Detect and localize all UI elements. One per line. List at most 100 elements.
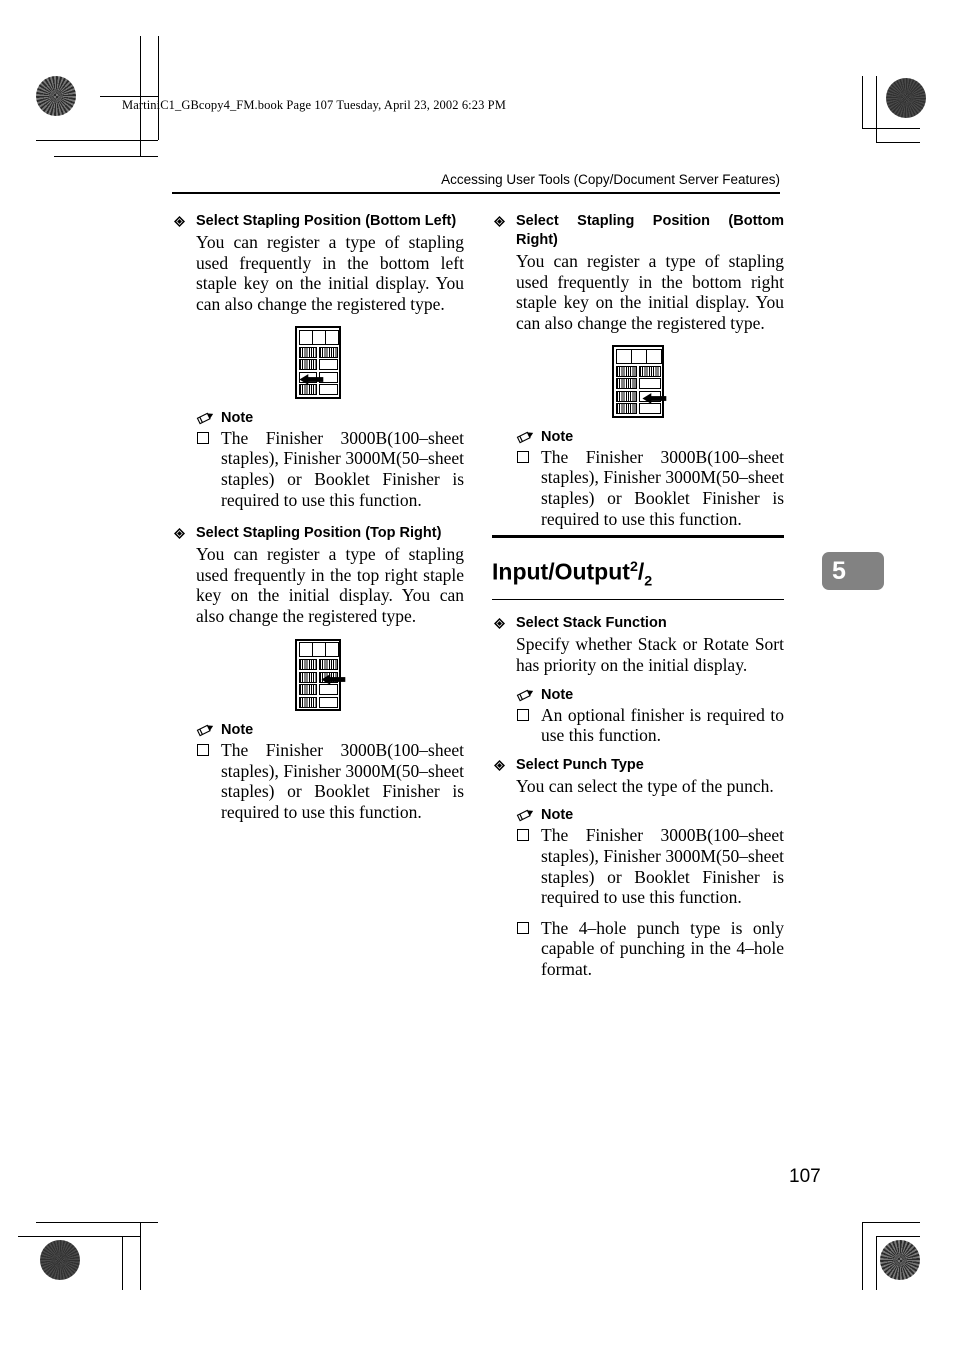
note-label: Note [221,722,254,739]
panel-top-cell [311,642,326,658]
body-select-stapling-position-bottom-left: You can register a type of stapling used… [196,232,464,314]
panel-key [298,696,318,708]
panel-key [298,659,318,671]
note-item-text: The Finisher 3000B(100–sheet staples), F… [221,740,464,822]
panel-key [298,671,318,683]
section-rule-top [492,535,784,538]
panel-key [638,365,661,377]
heading-select-stapling-position-top-right: Select Stapling Position (Top Right) [172,524,464,543]
square-bullet-icon [197,744,209,757]
panel-key [615,390,638,402]
panel-key [298,346,318,358]
right-column: Select Stapling Position (Bottom Right) … [492,212,784,986]
note-block: Note The Finisher 3000B(100–sheet staple… [492,806,784,979]
panel-key [615,403,638,415]
diamond-bullet-icon [494,759,505,771]
file-header-text: MartiniC1_GBcopy4_FM.book Page 107 Tuesd… [122,98,506,112]
panel-key [298,684,318,696]
figure-staple-position-bottom-left [295,326,341,399]
left-column: Select Stapling Position (Bottom Left) Y… [172,212,464,829]
heading-label: Select Punch Type [516,756,644,773]
note-label: Note [541,807,574,824]
section-rule-bottom [492,598,784,601]
panel-key [298,359,318,371]
running-header-title: Accessing User Tools (Copy/Document Serv… [441,172,780,187]
panel-top-cell [324,642,339,658]
diamond-bullet-icon [494,216,505,227]
figure-staple-position-bottom-right [612,345,667,418]
heading-select-stack-function: Select Stack Function [492,614,784,633]
note-label: Note [541,428,574,445]
square-bullet-icon [517,921,529,934]
heading-label: Select Stack Function [516,615,667,632]
heading-select-stapling-position-bottom-left: Select Stapling Position (Bottom Left) [172,212,464,231]
pencil-icon [516,807,536,822]
body-select-stapling-position-top-right: You can register a type of stapling used… [196,544,464,627]
body-select-stack-function: Specify whether Stack or Rotate Sort has… [516,634,784,676]
pencil-icon [516,687,536,702]
section-input-output: Input/Output2/2 [492,535,784,601]
panel-top-cell [615,348,632,364]
square-bullet-icon [197,431,209,444]
panel-key [615,365,638,377]
note-item-text: The Finisher 3000B(100–sheet staples), F… [541,446,784,529]
square-bullet-icon [517,829,529,842]
panel-key [615,378,638,390]
section-select-punch-type: Select Punch Type You can select the typ… [492,756,784,980]
panel-key [318,384,338,396]
note-heading: Note [516,686,784,704]
note-block: Note The Finisher 3000B(100–sheet staple… [172,409,464,510]
panel-key [318,371,338,383]
note-heading: Note [196,409,464,427]
panel-top-cell [645,348,662,364]
panel-key [318,346,338,358]
lcd-panel-graphic [295,638,346,712]
panel-key [318,671,338,683]
note-item: An optional finisher is required to use … [516,705,784,746]
panel-top-cell [324,329,339,345]
note-block: Note The Finisher 3000B(100–sheet staple… [492,428,784,529]
lcd-panel-graphic [612,345,667,418]
panel-key [638,378,661,390]
note-block: Note An optional finisher is required to… [492,686,784,746]
heading-select-stapling-position-bottom-right: Select Stapling Position (Bottom Right) [492,212,784,250]
section-select-stack-function: Select Stack Function Specify whether St… [492,614,784,745]
panel-top-cell [298,642,313,658]
page-content: MartiniC1_GBcopy4_FM.book Page 107 Tuesd… [0,0,954,1348]
section-title-main: Input/Output [492,558,630,585]
diamond-bullet-icon [174,528,185,540]
pencil-icon [196,722,216,737]
note-block: Note The Finisher 3000B(100–sheet staple… [172,721,464,822]
panel-key-highlighted [638,390,661,402]
panel-top-cell [630,348,647,364]
panel-top-row [298,329,339,345]
lcd-panel-graphic [295,326,341,399]
section-title-superscript: 2 [629,558,638,575]
panel-key [298,384,318,396]
note-item-text: The Finisher 3000B(100–sheet staples), F… [541,825,784,908]
note-item: The Finisher 3000B(100–sheet staples), F… [196,740,464,822]
note-item-text: An optional finisher is required to use … [541,704,784,746]
panel-top-row [298,642,339,658]
note-item-text: The 4–hole punch type is only capable of… [541,917,784,980]
panel-key [638,403,661,415]
panel-key-highlighted [318,684,338,696]
panel-top-cell [311,329,326,345]
note-label: Note [221,409,254,426]
section-title-input-output: Input/Output2/2 [492,554,784,595]
section-select-stapling-position-bottom-right: Select Stapling Position (Bottom Right) … [492,212,784,529]
note-item: The Finisher 3000B(100–sheet staples), F… [196,428,464,510]
section-title-subscript: 2 [644,572,653,589]
heading-label: Select Stapling Position (Bottom Right) [516,213,784,248]
note-heading: Note [516,428,784,446]
square-bullet-icon [517,708,529,721]
panel-key-grid [298,659,338,708]
heading-select-punch-type: Select Punch Type [492,756,784,775]
diamond-bullet-icon [174,216,185,227]
pencil-icon [196,410,216,425]
section-select-stapling-position-top-right: Select Stapling Position (Top Right) You… [172,524,464,822]
note-item: The 4–hole punch type is only capable of… [516,918,784,980]
figure-staple-position-top-right [295,638,346,712]
note-item: The Finisher 3000B(100–sheet staples), F… [516,825,784,907]
note-label: Note [541,686,574,703]
